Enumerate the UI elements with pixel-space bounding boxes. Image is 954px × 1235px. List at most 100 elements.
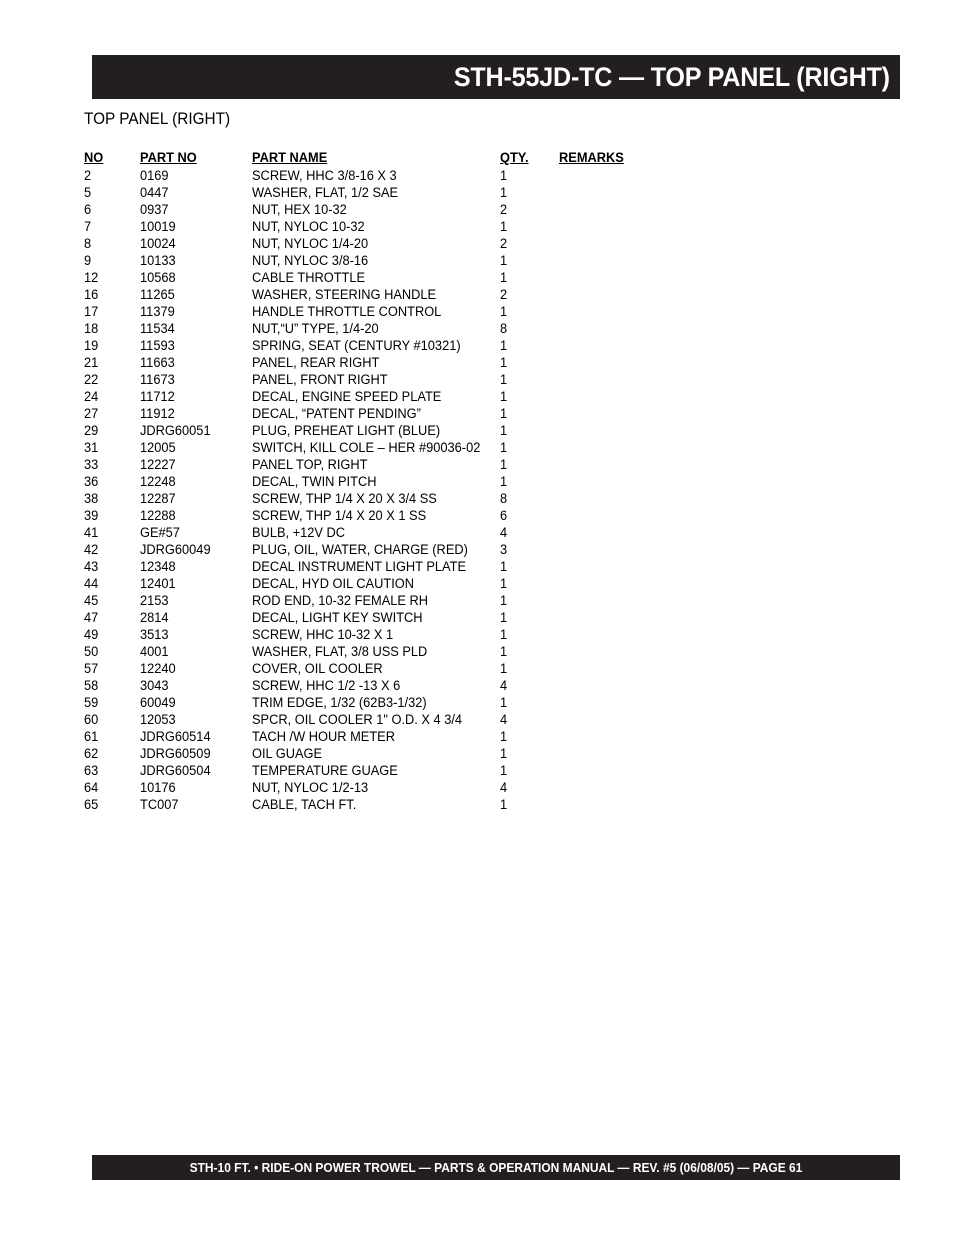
cell-part-name: SCREW, HHC 10-32 X 1 bbox=[252, 627, 394, 642]
table-row: 61 JDRG60514 TACH /W HOUR METER 1 bbox=[84, 728, 884, 745]
cell-part-no: 11712 bbox=[140, 389, 175, 404]
table-row: 58 3043 SCREW, HHC 1/2 -13 X 6 4 bbox=[84, 677, 884, 694]
cell-part-no: 4001 bbox=[140, 644, 169, 659]
cell-part-no: 3513 bbox=[140, 627, 169, 642]
cell-part-no: 60049 bbox=[140, 695, 176, 710]
cell-part-no: 2153 bbox=[140, 593, 169, 608]
cell-qty: 1 bbox=[500, 440, 508, 455]
cell-part-no: 10019 bbox=[140, 219, 176, 234]
cell-qty: 1 bbox=[500, 661, 508, 676]
cell-qty: 4 bbox=[500, 712, 508, 727]
cell-part-name: OIL GUAGE bbox=[252, 746, 323, 761]
table-row: 16 11265 WASHER, STEERING HANDLE 2 bbox=[84, 286, 884, 303]
cell-no: 42 bbox=[84, 542, 99, 557]
cell-part-name: PANEL, REAR RIGHT bbox=[252, 355, 380, 370]
table-row: 24 11712 DECAL, ENGINE SPEED PLATE 1 bbox=[84, 388, 884, 405]
cell-qty: 1 bbox=[500, 729, 508, 744]
cell-no: 33 bbox=[84, 457, 99, 472]
table-row: 17 11379 HANDLE THROTTLE CONTROL 1 bbox=[84, 303, 884, 320]
cell-part-name: COVER, OIL COOLER bbox=[252, 661, 383, 676]
table-row: 31 12005 SWITCH, KILL COLE – HER #90036-02… bbox=[84, 439, 884, 456]
cell-qty: 1 bbox=[500, 219, 508, 234]
cell-no: 7 bbox=[84, 219, 92, 234]
cell-no: 36 bbox=[84, 474, 99, 489]
cell-part-no: JDRG60049 bbox=[140, 542, 211, 557]
cell-part-name: CABLE THROTTLE bbox=[252, 270, 366, 285]
cell-part-name: SPRING, SEAT (CENTURY #10321) bbox=[252, 338, 461, 353]
cell-no: 62 bbox=[84, 746, 99, 761]
cell-part-no: 12401 bbox=[140, 576, 176, 591]
cell-part-no: 11663 bbox=[140, 355, 175, 370]
cell-part-no: JDRG60504 bbox=[140, 763, 211, 778]
cell-qty: 1 bbox=[500, 576, 508, 591]
table-row: 21 11663 PANEL, REAR RIGHT 1 bbox=[84, 354, 884, 371]
cell-qty: 1 bbox=[500, 355, 508, 370]
table-row: 50 4001 WASHER, FLAT, 3/8 USS PLD 1 bbox=[84, 643, 884, 660]
cell-part-no: 12227 bbox=[140, 457, 176, 472]
table-row: 22 11673 PANEL, FRONT RIGHT 1 bbox=[84, 371, 884, 388]
cell-qty: 2 bbox=[500, 287, 508, 302]
cell-no: 22 bbox=[84, 372, 99, 387]
cell-part-name: PANEL, FRONT RIGHT bbox=[252, 372, 388, 387]
cell-part-name: SCREW, THP 1/4 X 20 X 1 SS bbox=[252, 508, 427, 523]
cell-part-name: WASHER, FLAT, 1/2 SAE bbox=[252, 185, 399, 200]
cell-no: 8 bbox=[84, 236, 92, 251]
cell-qty: 1 bbox=[500, 338, 508, 353]
cell-part-no: 12053 bbox=[140, 712, 176, 727]
cell-part-name: DECAL, ENGINE SPEED PLATE bbox=[252, 389, 442, 404]
table-row: 62 JDRG60509 OIL GUAGE 1 bbox=[84, 745, 884, 762]
cell-qty: 4 bbox=[500, 678, 508, 693]
cell-no: 19 bbox=[84, 338, 99, 353]
cell-part-name: PANEL TOP, RIGHT bbox=[252, 457, 368, 472]
cell-part-no: JDRG60509 bbox=[140, 746, 211, 761]
table-row: 6 0937 NUT, HEX 10-32 2 bbox=[84, 201, 884, 218]
table-row: 57 12240 COVER, OIL COOLER 1 bbox=[84, 660, 884, 677]
cell-no: 65 bbox=[84, 797, 99, 812]
cell-no: 47 bbox=[84, 610, 99, 625]
cell-part-name: PLUG, PREHEAT LIGHT (BLUE) bbox=[252, 423, 441, 438]
cell-part-no: 11534 bbox=[140, 321, 175, 336]
table-row: 39 12288 SCREW, THP 1/4 X 20 X 1 SS 6 bbox=[84, 507, 884, 524]
cell-part-name: WASHER, FLAT, 3/8 USS PLD bbox=[252, 644, 428, 659]
cell-qty: 8 bbox=[500, 491, 508, 506]
cell-qty: 1 bbox=[500, 372, 508, 387]
cell-no: 21 bbox=[84, 355, 99, 370]
cell-no: 29 bbox=[84, 423, 99, 438]
cell-qty: 1 bbox=[500, 746, 508, 761]
cell-qty: 1 bbox=[500, 593, 508, 608]
cell-no: 64 bbox=[84, 780, 99, 795]
table-header-row: NO PART NO PART NAME QTY. REMARKS bbox=[84, 148, 884, 167]
cell-no: 63 bbox=[84, 763, 99, 778]
parts-table: NO PART NO PART NAME QTY. REMARKS 2 0169 S… bbox=[84, 148, 884, 813]
table-row: 29 JDRG60051 PLUG, PREHEAT LIGHT (BLUE) 1 bbox=[84, 422, 884, 439]
cell-part-no: JDRG60514 bbox=[140, 729, 211, 744]
table-row: 8 10024 NUT, NYLOC 1/4-20 2 bbox=[84, 235, 884, 252]
cell-part-name: BULB, +12V DC bbox=[252, 525, 346, 540]
table-row: 18 11534 NUT,“U” TYPE, 1/4-20 8 bbox=[84, 320, 884, 337]
cell-part-no: 11673 bbox=[140, 372, 175, 387]
column-header-remarks: REMARKS bbox=[559, 150, 624, 165]
column-header-part-name: PART NAME bbox=[252, 150, 328, 165]
cell-part-name: SCREW, HHC 3/8-16 X 3 bbox=[252, 168, 397, 183]
cell-no: 24 bbox=[84, 389, 99, 404]
cell-part-name: DECAL, “PATENT PENDING” bbox=[252, 406, 421, 421]
cell-qty: 1 bbox=[500, 304, 508, 319]
cell-qty: 4 bbox=[500, 525, 508, 540]
table-row: 36 12248 DECAL, TWIN PITCH 1 bbox=[84, 473, 884, 490]
cell-qty: 1 bbox=[500, 457, 508, 472]
cell-part-name: ROD END, 10-32 FEMALE RH bbox=[252, 593, 429, 608]
cell-qty: 1 bbox=[500, 610, 508, 625]
cell-no: 6 bbox=[84, 202, 92, 217]
cell-no: 44 bbox=[84, 576, 99, 591]
table-row: 45 2153 ROD END, 10-32 FEMALE RH 1 bbox=[84, 592, 884, 609]
cell-part-no: 0169 bbox=[140, 168, 169, 183]
cell-part-no: 10024 bbox=[140, 236, 176, 251]
cell-part-name: NUT, NYLOC 1/2-13 bbox=[252, 780, 369, 795]
section-subtitle: TOP PANEL (RIGHT) bbox=[84, 110, 231, 128]
cell-part-name: WASHER, STEERING HANDLE bbox=[252, 287, 437, 302]
cell-part-name: HANDLE THROTTLE CONTROL bbox=[252, 304, 442, 319]
cell-part-no: 0447 bbox=[140, 185, 169, 200]
table-row: 59 60049 TRIM EDGE, 1/32 (62B3-1/32) 1 bbox=[84, 694, 884, 711]
table-row: 60 12053 SPCR, OIL COOLER 1" O.D. X 4 3/4 4 bbox=[84, 711, 884, 728]
cell-part-no: JDRG60051 bbox=[140, 423, 211, 438]
